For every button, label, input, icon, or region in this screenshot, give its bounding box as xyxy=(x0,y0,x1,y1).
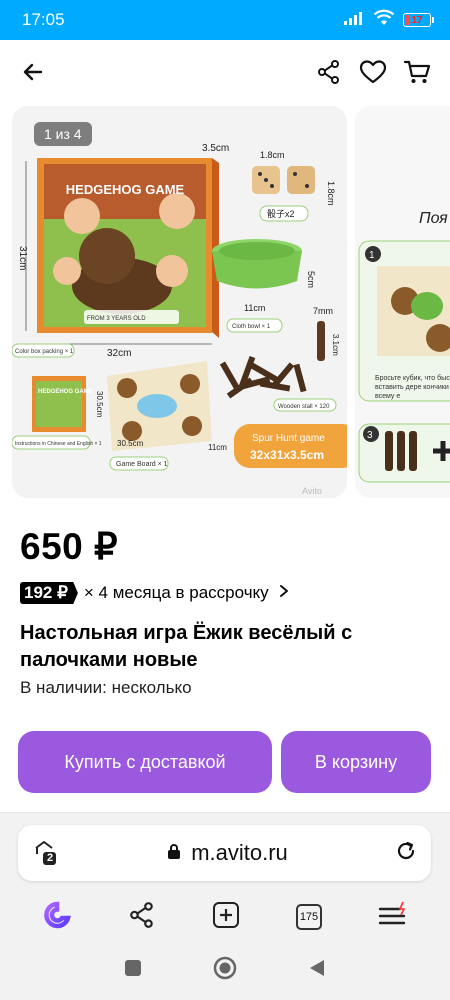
status-bar: 17:05 17 xyxy=(0,0,450,40)
dim-box-side: 3.5cm xyxy=(202,143,229,154)
sticks-label: Wooden stall × 120 xyxy=(278,404,330,410)
url-center: m.avito.ru xyxy=(60,840,395,866)
add-to-cart-button[interactable]: В корзину xyxy=(281,731,431,793)
browser-nav: 175 xyxy=(0,897,450,937)
buy-with-delivery-button[interactable]: Купить с доставкой xyxy=(18,731,272,793)
box-label: Color box packing × 1 xyxy=(15,349,74,355)
browser-panel: 2 m.avito.ru 175 xyxy=(0,812,450,940)
photo-counter: 1 из 4 xyxy=(34,122,92,146)
shield-badge: 2 xyxy=(46,852,54,864)
next-photo-text: Бросьте кубик, что быстро вставить дере … xyxy=(375,375,450,400)
board-dim-bottom: 30.5cm xyxy=(117,439,144,448)
tabs-count-button[interactable]: 175 xyxy=(296,904,322,930)
battery-fill xyxy=(405,15,410,25)
step-1-number: 1 xyxy=(369,250,375,261)
dim-bowl-width: 11cm xyxy=(244,303,265,313)
alice-icon[interactable] xyxy=(42,900,72,935)
product-photo[interactable]: HEDGEHOG GAME FROM 3 YEARS OLD 3.5cm 31c… xyxy=(12,106,347,498)
status-time: 17:05 xyxy=(22,10,65,29)
next-photo-preview[interactable]: Поя 1 Бросьте кубик, что быстро вставить… xyxy=(355,106,450,498)
signal-icon xyxy=(343,10,365,31)
reload-icon[interactable] xyxy=(395,840,417,867)
bowl-label: Cloth bowl × 1 xyxy=(232,324,271,330)
heart-icon[interactable] xyxy=(358,57,388,87)
age-badge: FROM 3 YEARS OLD xyxy=(87,316,146,322)
top-actions xyxy=(314,57,432,87)
next-photo-heading: Поя xyxy=(419,210,448,227)
manual-label: Instructions in Chinese and English × 1 xyxy=(15,441,102,447)
installment-amount: 192 ₽ xyxy=(20,582,78,604)
recent-apps-icon[interactable] xyxy=(123,958,143,983)
share-page-icon[interactable] xyxy=(128,901,156,934)
avito-watermark: Avito xyxy=(302,486,322,496)
back-icon[interactable] xyxy=(307,958,327,983)
board-label: Game Board × 1 xyxy=(116,461,168,468)
dice-label: 骰子x2 xyxy=(267,209,295,219)
url-text: m.avito.ru xyxy=(191,840,288,865)
dim-dice-width: 1.8cm xyxy=(260,150,285,160)
wifi-icon xyxy=(373,9,395,32)
site-shield-icon[interactable]: 2 xyxy=(32,839,60,867)
spur-size: 32x31x3.5cm xyxy=(250,448,324,462)
dim-dice-height: 1.8cm xyxy=(326,181,336,206)
board-dim-right: 11cm xyxy=(208,443,227,452)
new-tab-icon[interactable] xyxy=(212,901,240,934)
product-photo-illustration: HEDGEHOG GAME FROM 3 YEARS OLD 3.5cm 31c… xyxy=(12,106,347,498)
board-dim-side: 30.5cm xyxy=(95,391,104,418)
box-title: HEDGEHOG GAME xyxy=(66,182,185,197)
dim-stick-height: 3.1cm xyxy=(331,334,340,356)
top-bar xyxy=(0,40,450,104)
share-icon[interactable] xyxy=(314,57,344,87)
dim-box-width: 32cm xyxy=(107,348,131,359)
lock-icon xyxy=(167,843,181,864)
chevron-right-icon xyxy=(279,583,289,603)
menu-icon[interactable] xyxy=(378,901,408,934)
battery-level: 17 xyxy=(411,14,423,26)
back-arrow-icon[interactable] xyxy=(18,57,48,87)
dim-stick-top: 7mm xyxy=(313,306,333,316)
cart-icon[interactable] xyxy=(402,57,432,87)
dim-box-height: 31cm xyxy=(17,246,28,270)
home-icon[interactable] xyxy=(213,956,237,985)
system-nav-bar xyxy=(0,940,450,1000)
price: 650 ₽ xyxy=(20,526,119,567)
manual-title: HEDGEHOG GAME xyxy=(38,389,93,395)
installment-link[interactable]: 192 ₽ × 4 месяца в рассрочку xyxy=(20,582,289,604)
url-bar[interactable]: 2 m.avito.ru xyxy=(18,825,431,881)
dim-bowl: 5cm xyxy=(306,271,316,288)
spur-title: Spur Hunt game xyxy=(252,433,325,444)
product-title: Настольная игра Ёжик весёлый с палочками… xyxy=(20,622,353,671)
screen: 17:05 17 HEDGEHOG GAME FROM 3 YEARS OLD … xyxy=(0,0,450,1000)
installment-text: × 4 месяца в рассрочку xyxy=(83,583,269,602)
availability: В наличии: несколько xyxy=(20,678,192,697)
next-photo-illustration: Поя 1 Бросьте кубик, что быстро вставить… xyxy=(355,106,450,498)
step-3-number: 3 xyxy=(367,430,373,441)
status-icons: 17 xyxy=(343,9,434,32)
battery-icon: 17 xyxy=(403,13,434,27)
photo-gallery[interactable]: HEDGEHOG GAME FROM 3 YEARS OLD 3.5cm 31c… xyxy=(0,106,450,500)
